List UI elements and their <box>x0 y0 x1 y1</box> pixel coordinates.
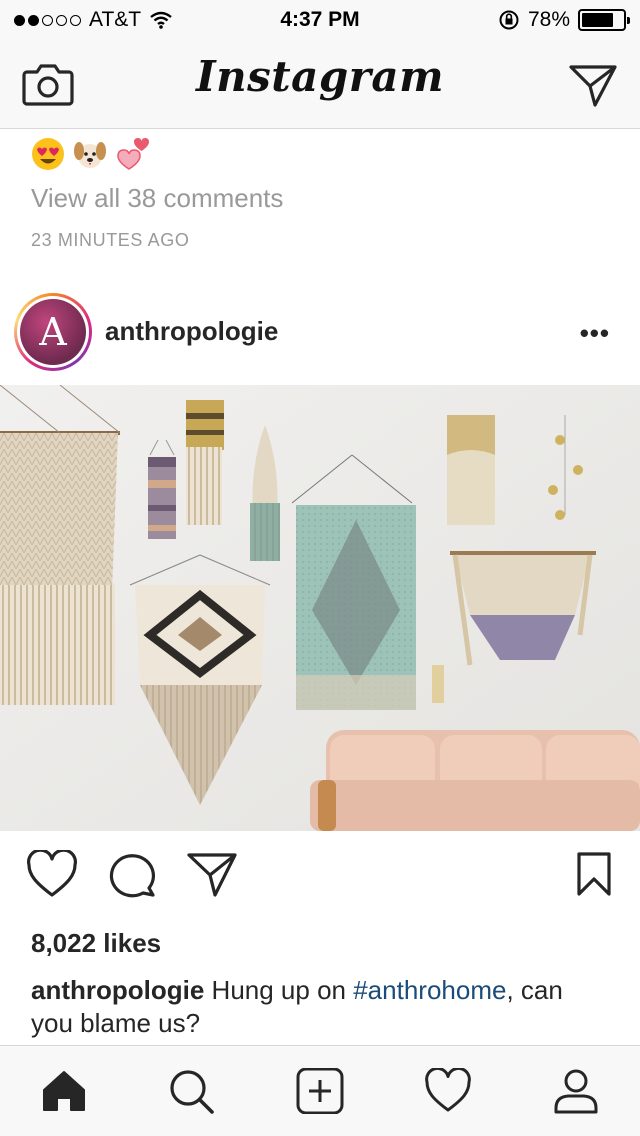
post-actions <box>0 848 640 910</box>
more-options-button[interactable]: ••• <box>580 318 610 349</box>
view-all-comments-link[interactable]: View all 38 comments <box>31 183 283 214</box>
post-caption: anthropologie Hung up on #anthrohome, ca… <box>31 974 611 1040</box>
post-header: A anthropologie ••• <box>0 288 640 376</box>
battery-icon <box>578 9 630 31</box>
battery-percent: 78% <box>527 8 570 31</box>
like-button[interactable] <box>26 848 78 903</box>
home-icon <box>43 1071 85 1111</box>
orientation-lock-icon <box>499 10 519 30</box>
post-photo[interactable] <box>0 385 640 831</box>
bookmark-icon <box>577 852 611 896</box>
story-ring[interactable]: A <box>14 293 92 371</box>
tab-bar <box>0 1045 640 1136</box>
battery-level <box>582 13 614 27</box>
tab-profile[interactable] <box>552 1068 600 1119</box>
activity-heart-icon <box>425 1066 471 1112</box>
avatar: A <box>20 299 86 365</box>
comment-button[interactable] <box>106 850 158 903</box>
paper-plane-icon <box>569 65 617 107</box>
save-button[interactable] <box>574 850 614 903</box>
nav-bar: Instagram <box>0 40 640 129</box>
direct-message-button[interactable] <box>568 62 618 113</box>
heart-icon <box>27 848 77 897</box>
comment-bubble-icon <box>109 854 155 898</box>
share-button[interactable] <box>186 850 238 903</box>
caption-hashtag[interactable]: #anthrohome <box>353 975 506 1005</box>
tab-add-post[interactable] <box>296 1067 344 1119</box>
wall-hangings-image <box>0 385 640 831</box>
heart-eyes-emoji-icon <box>32 138 64 170</box>
tab-home[interactable] <box>40 1068 88 1119</box>
profile-icon <box>554 1069 598 1114</box>
two-hearts-emoji-icon <box>117 138 149 170</box>
caption-username[interactable]: anthropologie <box>31 975 204 1005</box>
post-username[interactable]: anthropologie <box>105 316 278 347</box>
caption-text: Hung up on <box>204 975 354 1005</box>
post-timestamp: 23 MINUTES AGO <box>31 230 190 250</box>
paper-plane-icon <box>187 853 237 897</box>
tab-activity[interactable] <box>424 1066 472 1119</box>
add-post-icon <box>296 1067 344 1115</box>
like-count[interactable]: 8,022 likes <box>31 928 161 959</box>
tab-search[interactable] <box>168 1068 216 1119</box>
status-right: 78% <box>498 8 630 32</box>
comment-emojis <box>30 136 150 172</box>
app-logo: Instagram <box>195 52 445 101</box>
dog-face-emoji-icon <box>74 142 106 168</box>
search-icon <box>170 1070 214 1114</box>
status-bar: AT&T 4:37 PM 78% <box>0 0 640 40</box>
